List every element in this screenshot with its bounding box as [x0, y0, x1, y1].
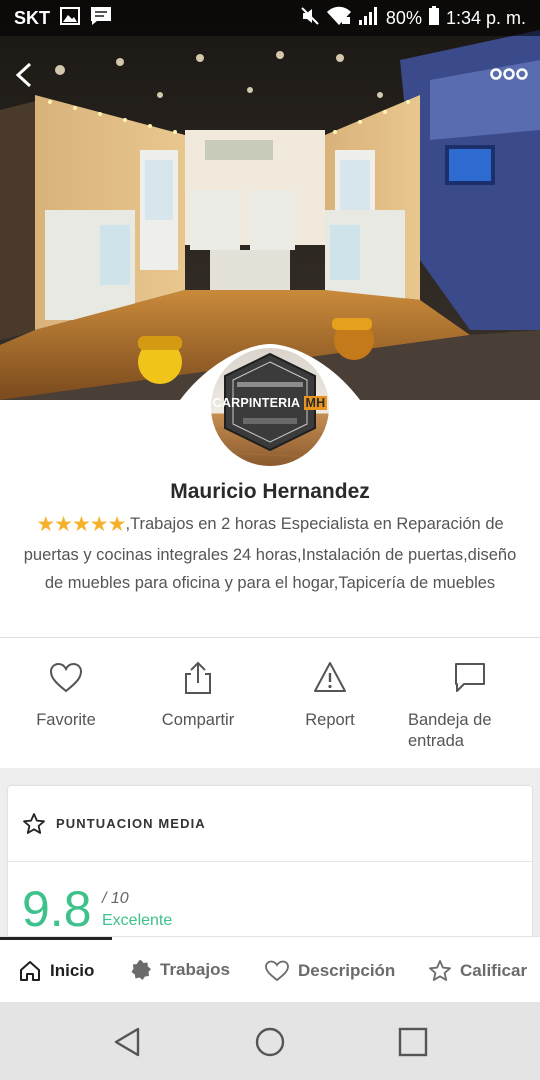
report-button[interactable]: Report	[264, 645, 396, 767]
message-icon	[90, 6, 112, 31]
heart-icon	[49, 662, 83, 693]
chevron-left-icon	[15, 62, 32, 88]
wifi-icon	[326, 6, 352, 31]
heart-icon	[265, 960, 289, 982]
home-icon	[20, 961, 40, 981]
favorite-label: Favorite	[36, 711, 96, 729]
score-label: Excelente	[102, 912, 173, 929]
triangle-back-icon	[114, 1027, 140, 1057]
nav-back-button[interactable]	[112, 1026, 142, 1063]
tab-jobs[interactable]: Trabajos	[130, 959, 230, 981]
tab-home-label: Inicio	[50, 961, 95, 980]
chat-bubble-icon	[455, 663, 485, 692]
signal-icon	[358, 6, 380, 31]
mute-icon	[300, 6, 320, 31]
tab-description-label: Descripción	[298, 961, 396, 980]
status-bar: SKT 80% 1:34 p. m.	[0, 0, 540, 36]
back-button[interactable]	[10, 58, 40, 92]
avatar: CARPINTERIA MH	[209, 346, 331, 468]
score-max: / 10	[102, 890, 129, 907]
carrier-label: SKT	[14, 7, 50, 28]
tab-home[interactable]: Inicio	[18, 959, 94, 983]
share-icon	[185, 661, 211, 694]
rating-card-title: PUNTUACION MEDIA	[56, 816, 206, 831]
more-horizontal-icon	[490, 68, 528, 80]
badge-icon	[131, 960, 151, 980]
gallery-icon	[60, 6, 80, 30]
profile-name: Mauricio Hernandez	[170, 480, 370, 503]
nav-home-button[interactable]	[254, 1026, 286, 1063]
tab-jobs-label: Trabajos	[160, 960, 230, 979]
favorite-button[interactable]: Favorite	[0, 645, 132, 767]
circle-home-icon	[255, 1027, 285, 1057]
system-nav-bar	[0, 1002, 540, 1080]
star-icon: ★	[36, 513, 55, 536]
clock: 1:34 p. m.	[445, 7, 526, 28]
inbox-button[interactable]: Bandeja de entrada	[396, 645, 540, 767]
warning-triangle-icon	[314, 662, 346, 692]
tab-rate-label: Calificar	[460, 961, 528, 980]
rating-card: PUNTUACION MEDIA 9.8 / 10 Excelente	[8, 786, 532, 946]
battery-percent: 80%	[385, 7, 422, 28]
more-options-button[interactable]	[490, 64, 528, 84]
rating-stars: ★★★★★	[36, 511, 127, 541]
star-outline-icon	[23, 812, 45, 834]
cover-photo	[0, 0, 540, 400]
share-button[interactable]: Compartir	[132, 645, 264, 767]
star-icon: ★	[107, 513, 127, 536]
square-recents-icon	[398, 1027, 428, 1057]
star-icon: ★	[89, 513, 109, 536]
profile-description: ★★★★★,Trabajos en 2 horas Especialista e…	[20, 510, 520, 598]
battery-icon	[428, 5, 440, 31]
star-icon: ★	[54, 513, 73, 536]
divider	[0, 637, 540, 638]
star-icon: ★	[71, 513, 91, 536]
star-outline-icon	[429, 960, 451, 981]
nav-recents-button[interactable]	[397, 1026, 429, 1063]
logo-text: CARPINTERIA MH	[212, 396, 328, 410]
average-score: 9.8	[22, 881, 92, 937]
share-label: Compartir	[161, 711, 235, 729]
rating-card-header: PUNTUACION MEDIA	[8, 786, 532, 862]
tab-rate[interactable]: Calificar	[428, 959, 527, 983]
active-tab-indicator	[0, 937, 112, 940]
profile-screen: SKT 80% 1:34 p. m. CARPINTERIA MH Mauric…	[0, 0, 540, 1080]
action-row: Favorite Compartir Report Bandeja de ent…	[0, 645, 540, 767]
report-label: Report	[305, 711, 355, 729]
inbox-label: Bandeja de entrada	[408, 711, 492, 750]
description-lead: ,Trabajos en 2 horas Especialista	[125, 515, 369, 533]
tab-description[interactable]: Descripción	[264, 959, 395, 983]
bottom-tab-bar: Inicio Trabajos Descripción Calificar	[0, 936, 540, 1002]
